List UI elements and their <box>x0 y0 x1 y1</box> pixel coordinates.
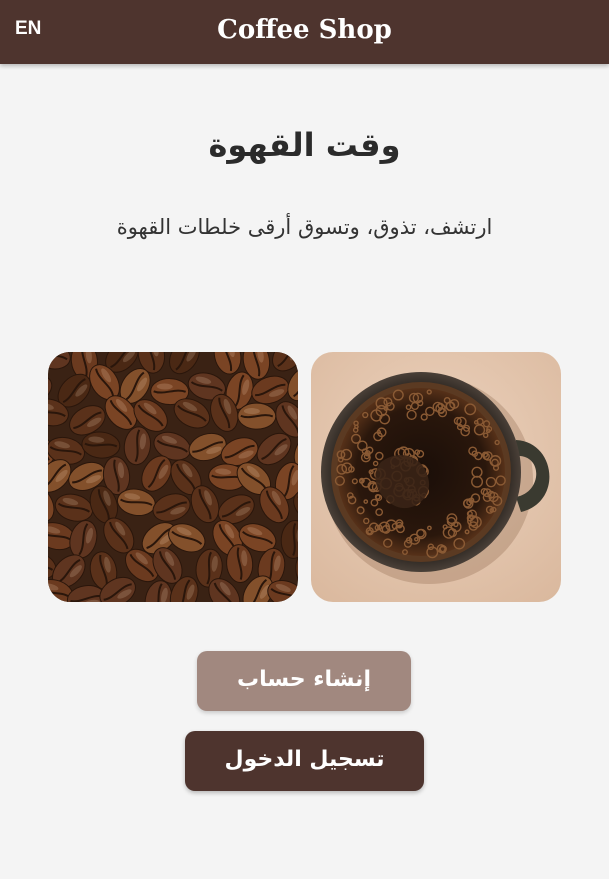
app-bar: EN Coffee Shop <box>0 0 609 64</box>
coffee-beans-image <box>48 352 298 602</box>
coffee-cup-photo <box>311 352 561 602</box>
login-button[interactable]: تسجيل الدخول <box>185 731 424 791</box>
app-title: Coffee Shop <box>217 15 392 45</box>
image-row <box>48 352 561 602</box>
signup-button[interactable]: إنشاء حساب <box>197 651 411 711</box>
hero-title: وقت القهوة <box>208 126 401 164</box>
hero-tagline: ارتشف، تذوق، وتسوق أرقى خلطات القهوة <box>116 215 493 239</box>
coffee-cup-image <box>311 352 561 602</box>
coffee-beans-photo <box>48 352 298 602</box>
